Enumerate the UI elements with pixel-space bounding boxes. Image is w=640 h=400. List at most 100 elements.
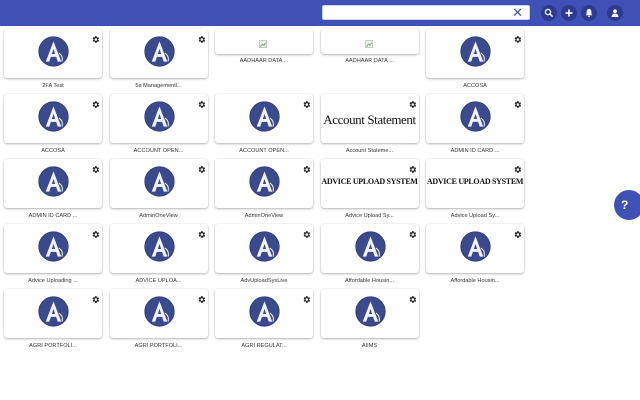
search-button[interactable]	[541, 5, 557, 21]
app-tile-card[interactable]	[109, 224, 208, 273]
gear-icon[interactable]	[197, 96, 206, 108]
gear-icon[interactable]	[302, 96, 311, 108]
app-tile-card[interactable]: ADVICE UPLOAD SYSTEM	[320, 159, 419, 208]
search-icon	[544, 8, 554, 18]
plus-icon	[565, 9, 573, 17]
app-logo-icon	[249, 296, 280, 327]
app-tile[interactable]: ACCOUNT OPEN...	[215, 94, 313, 156]
app-image-text: Account Statement	[323, 112, 416, 127]
gear-icon[interactable]	[91, 226, 100, 238]
app-tile-label: AdminOneView	[244, 213, 284, 219]
app-tile-card[interactable]	[109, 94, 208, 143]
app-tile-label: 5a Managementl...	[135, 83, 182, 89]
gear-icon[interactable]	[408, 161, 417, 173]
app-tile[interactable]: 2FA Test	[4, 29, 102, 91]
app-tile[interactable]: AGRI PORTFOLI...	[4, 289, 102, 351]
app-tile-card[interactable]	[215, 224, 313, 273]
app-tile[interactable]: AdvUploadSysLive	[215, 224, 313, 286]
clear-search-icon[interactable]: ✕	[512, 5, 523, 21]
app-tile-card[interactable]	[4, 94, 102, 143]
app-tile[interactable]: ADMIN ID CARD ...	[4, 159, 102, 221]
app-image-text: ADVICE UPLOAD SYSTEM	[321, 177, 418, 186]
gear-icon[interactable]	[302, 226, 311, 238]
app-logo-icon	[38, 36, 69, 67]
app-tile-card[interactable]	[215, 29, 313, 54]
help-fab[interactable]: ?	[614, 190, 640, 220]
app-tile-label: AGRI PORTFOLI...	[134, 343, 183, 349]
app-tile-card[interactable]	[4, 159, 102, 208]
app-tile[interactable]: Advice Uploading ...	[4, 224, 102, 286]
search-box[interactable]: ✕	[322, 5, 530, 23]
app-tile-label: AdminOneView	[139, 213, 178, 219]
app-tile-card[interactable]	[215, 289, 313, 338]
app-tile-label: Advice Uploading ...	[28, 278, 78, 284]
gear-icon[interactable]	[408, 226, 417, 238]
app-tile-card[interactable]: Account Statement	[320, 94, 419, 143]
app-tile-card[interactable]	[320, 29, 419, 54]
app-tile[interactable]: AdminOneView	[109, 159, 208, 221]
search-input[interactable]	[323, 9, 503, 23]
broken-image-icon	[259, 36, 268, 48]
gear-icon[interactable]	[408, 96, 417, 108]
app-tile[interactable]: AGRI REGULAT...	[215, 289, 313, 351]
app-tile-card[interactable]	[426, 94, 524, 143]
app-tile[interactable]: AIIMS	[320, 289, 419, 351]
app-tile-card[interactable]	[426, 224, 524, 273]
gear-icon[interactable]	[513, 161, 522, 173]
app-tile[interactable]: ADVICE UPLOAD SYSTEM Advice Upload Sy...	[320, 159, 419, 221]
app-tile[interactable]: ADVICE UPLOAD SYSTEM Advice Upload Sy...	[426, 159, 524, 221]
gear-icon[interactable]	[197, 291, 206, 303]
broken-image-icon	[364, 36, 374, 48]
app-tile-card[interactable]	[320, 289, 419, 338]
app-tile[interactable]: AdminOneView	[215, 159, 313, 221]
app-tile[interactable]: Account Statement Account Stateme...	[320, 94, 419, 156]
app-tile[interactable]: Affordable Housin...	[320, 224, 419, 286]
app-tile-card[interactable]	[320, 224, 419, 273]
gear-icon[interactable]	[91, 291, 100, 303]
app-tile-card[interactable]	[109, 289, 208, 338]
app-tile[interactable]: ADVICE UPLOA...	[109, 224, 208, 286]
app-tile-card[interactable]	[426, 29, 524, 78]
gear-icon[interactable]	[197, 226, 206, 238]
gear-icon[interactable]	[197, 31, 206, 43]
notifications-button[interactable]	[581, 5, 597, 21]
app-logo-icon	[143, 296, 175, 327]
gear-icon[interactable]	[408, 291, 417, 303]
app-logo-icon	[38, 296, 69, 327]
app-logo-icon	[143, 166, 175, 197]
app-tile[interactable]: ACCOSA	[4, 94, 102, 156]
gear-icon[interactable]	[302, 161, 311, 173]
app-tile[interactable]: 5a Managementl...	[109, 29, 208, 91]
app-tile[interactable]: AADHAAR DATA ...	[215, 29, 313, 91]
app-tile-card[interactable]	[109, 29, 208, 78]
app-tile-card[interactable]	[4, 224, 102, 273]
app-tile[interactable]: ADMIN ID CARD ...	[426, 94, 524, 156]
app-tile-card[interactable]: ADVICE UPLOAD SYSTEM	[426, 159, 524, 208]
app-tile[interactable]: AADHAAR DATA ...	[320, 29, 419, 91]
account-icon	[611, 9, 619, 17]
app-tile-card[interactable]	[4, 289, 102, 338]
gear-icon[interactable]	[513, 226, 522, 238]
app-tile-label: AGRI PORTFOLI...	[29, 343, 77, 349]
gear-icon[interactable]	[302, 291, 311, 303]
app-tile[interactable]: ACCOSA	[426, 29, 524, 91]
gear-icon[interactable]	[91, 31, 100, 43]
gear-icon[interactable]	[91, 161, 100, 173]
gear-icon[interactable]	[513, 31, 522, 43]
app-tile-card[interactable]	[215, 94, 313, 143]
app-tile-card[interactable]	[109, 159, 208, 208]
gear-icon[interactable]	[91, 96, 100, 108]
app-tile[interactable]: ACCOUNT OPEN...	[109, 94, 208, 156]
app-tile-label: ACCOUNT OPEN...	[133, 148, 184, 154]
app-tile[interactable]: Affordable Housin...	[426, 224, 524, 286]
add-button[interactable]	[561, 5, 577, 21]
app-tile-card[interactable]	[215, 159, 313, 208]
app-logo-icon	[249, 166, 280, 197]
account-button[interactable]	[607, 5, 623, 21]
gear-icon[interactable]	[513, 96, 522, 108]
app-tile[interactable]: AGRI PORTFOLI...	[109, 289, 208, 351]
app-tile-card[interactable]	[4, 29, 102, 78]
gear-icon[interactable]	[197, 161, 206, 173]
app-image-text: ADVICE UPLOAD SYSTEM	[426, 177, 524, 186]
app-tile-label: Account Stateme...	[345, 148, 394, 154]
